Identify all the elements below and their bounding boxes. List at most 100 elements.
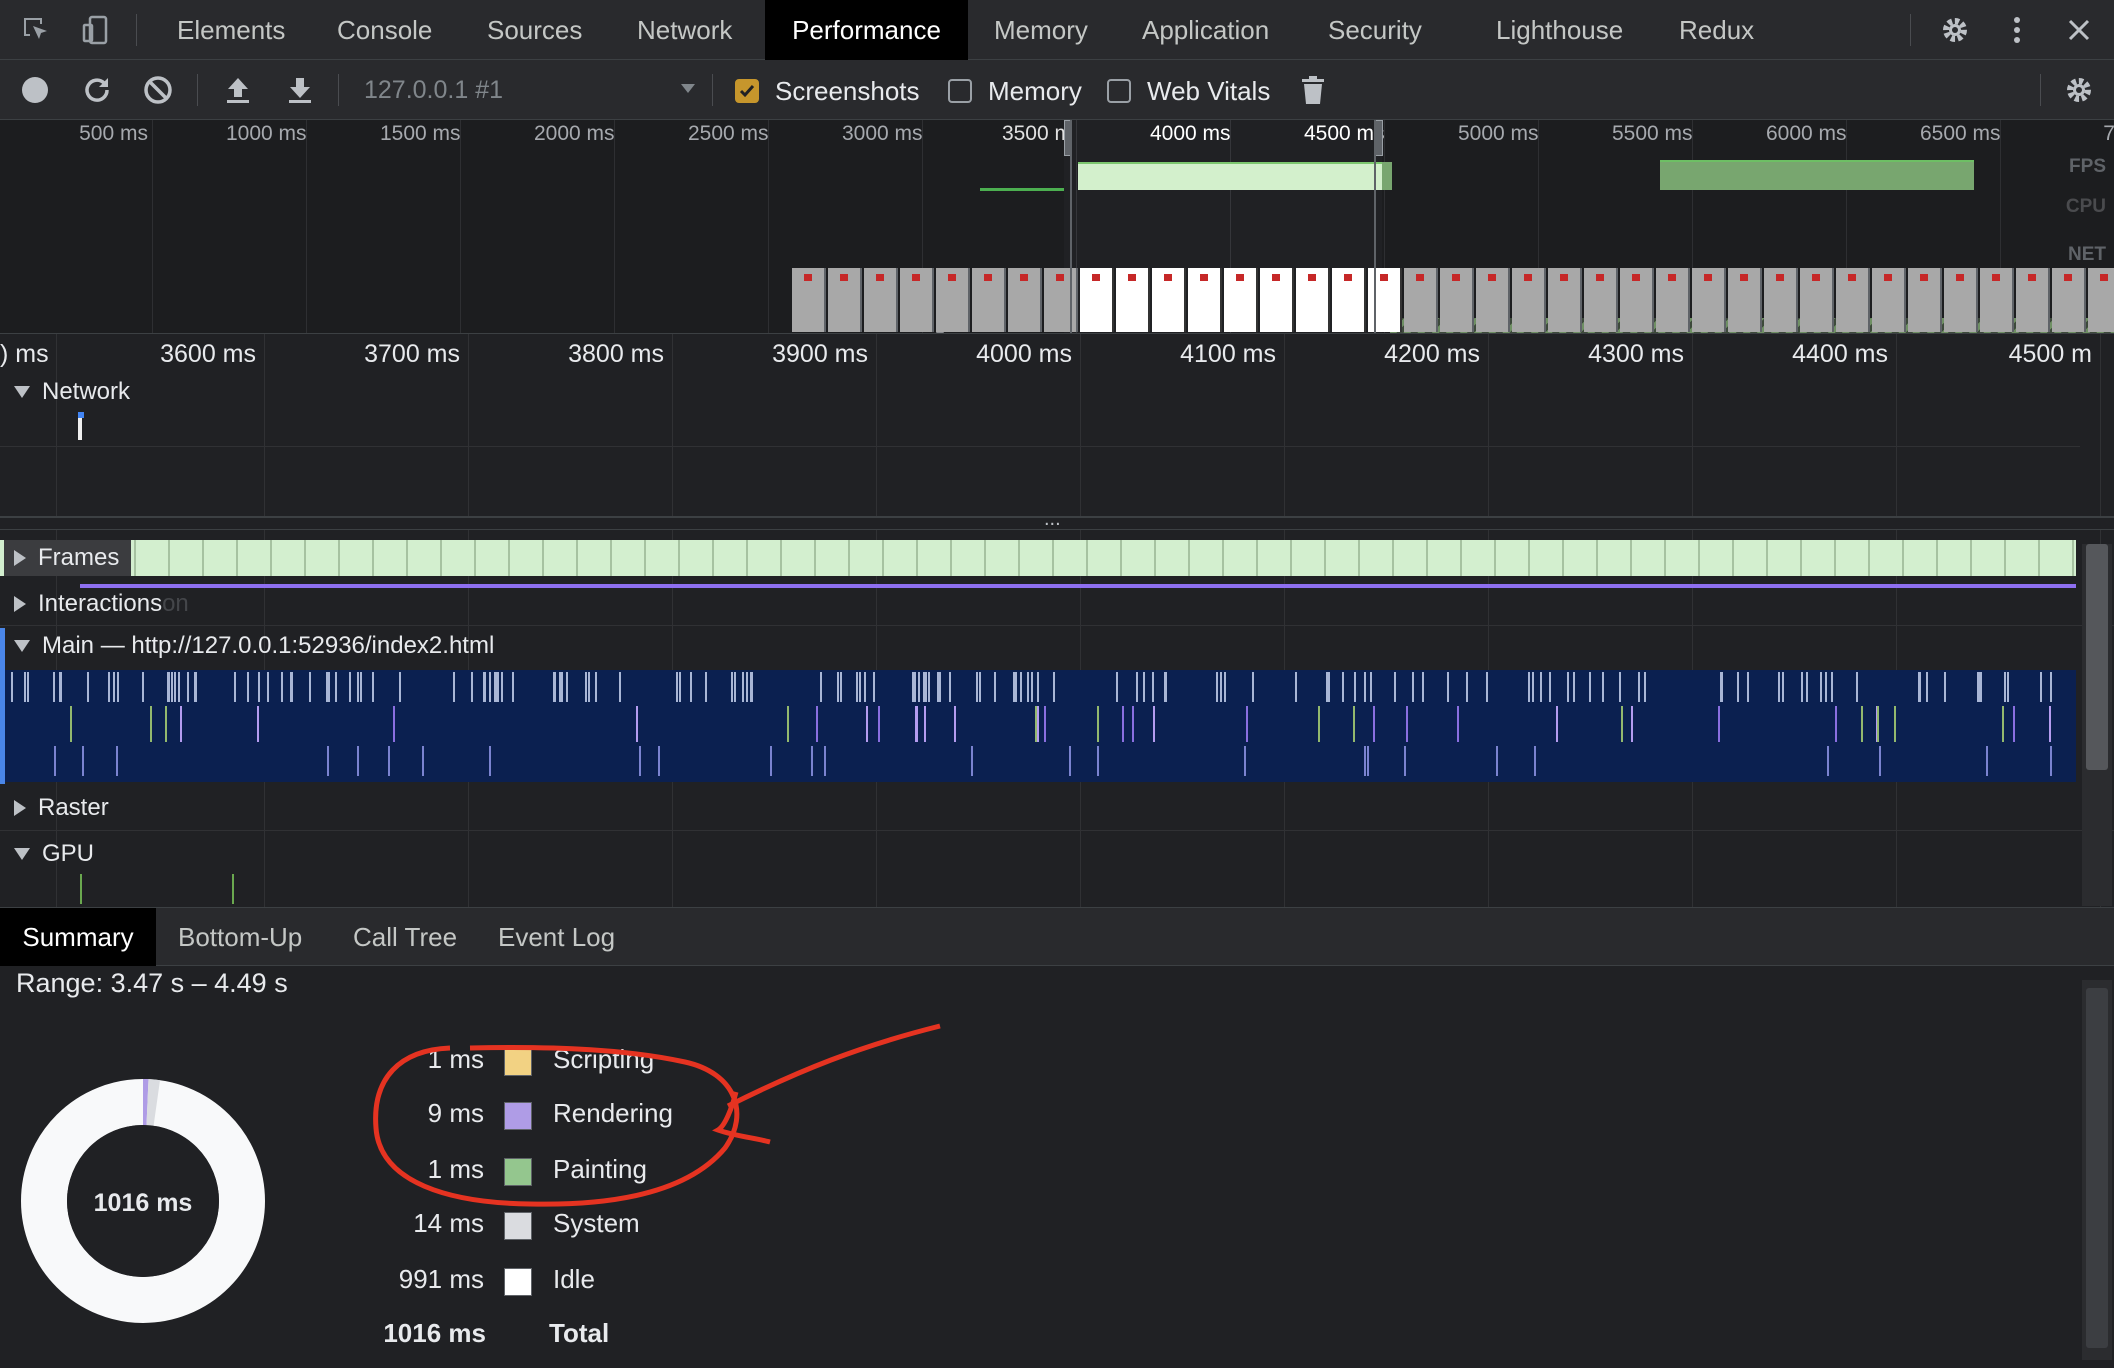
subtask-marker[interactable] xyxy=(2013,706,2015,742)
tab-network[interactable]: Network xyxy=(617,0,752,60)
task-marker[interactable] xyxy=(976,672,978,702)
subtask-marker[interactable] xyxy=(1406,706,1408,742)
task-marker[interactable] xyxy=(1116,672,1118,702)
subtask-marker[interactable] xyxy=(1037,706,1039,742)
screenshot-thumbnail[interactable] xyxy=(1944,268,1978,332)
subtask-marker[interactable] xyxy=(1986,746,1988,776)
task-marker[interactable] xyxy=(939,672,941,702)
task-marker[interactable] xyxy=(864,672,866,702)
task-marker[interactable] xyxy=(1778,672,1780,702)
subtask-marker[interactable] xyxy=(1631,706,1633,742)
subtask-marker[interactable] xyxy=(1861,706,1863,742)
task-marker[interactable] xyxy=(87,672,89,702)
task-marker[interactable] xyxy=(291,672,293,702)
task-marker[interactable] xyxy=(1944,672,1946,702)
device-toolbar-icon[interactable] xyxy=(76,10,116,50)
task-marker[interactable] xyxy=(619,672,621,702)
task-marker[interactable] xyxy=(113,672,115,702)
task-marker[interactable] xyxy=(247,672,249,702)
task-marker[interactable] xyxy=(566,672,568,702)
subtask-marker[interactable] xyxy=(1373,706,1375,742)
screenshot-thumbnail[interactable] xyxy=(1440,268,1474,332)
subtask-marker[interactable] xyxy=(636,706,638,742)
task-marker[interactable] xyxy=(1747,672,1749,702)
task-marker[interactable] xyxy=(484,672,486,702)
subtask-marker[interactable] xyxy=(1044,706,1046,742)
tab-security[interactable]: Security xyxy=(1308,0,1442,60)
task-marker[interactable] xyxy=(994,672,996,702)
screenshot-thumbnail[interactable] xyxy=(2088,268,2114,332)
task-marker[interactable] xyxy=(1856,672,1858,702)
track-interactions[interactable]: Interactions on xyxy=(0,586,189,622)
task-marker[interactable] xyxy=(676,672,678,702)
subtask-marker[interactable] xyxy=(1097,706,1099,742)
subtask-marker[interactable] xyxy=(1404,746,1406,776)
tab-elements[interactable]: Elements xyxy=(158,0,304,60)
settings-gear-icon[interactable] xyxy=(1935,10,1975,50)
task-marker[interactable] xyxy=(918,672,920,702)
subtask-marker[interactable] xyxy=(1894,706,1896,742)
subtask-marker[interactable] xyxy=(1122,706,1124,742)
subtask-marker[interactable] xyxy=(787,706,789,742)
task-marker[interactable] xyxy=(1977,672,1979,702)
task-marker[interactable] xyxy=(1224,672,1226,702)
task-marker[interactable] xyxy=(1252,672,1254,702)
subtask-marker[interactable] xyxy=(2049,706,2051,742)
task-marker[interactable] xyxy=(142,672,144,702)
task-marker[interactable] xyxy=(1447,672,1449,702)
task-marker[interactable] xyxy=(1619,672,1621,702)
subtask-marker[interactable] xyxy=(866,706,868,742)
task-marker[interactable] xyxy=(1486,672,1488,702)
track-gpu[interactable]: GPU xyxy=(0,836,94,872)
task-marker[interactable] xyxy=(1354,672,1356,702)
subtask-marker[interactable] xyxy=(878,706,880,742)
task-marker[interactable] xyxy=(1567,672,1569,702)
subtask-marker[interactable] xyxy=(770,746,772,776)
subtask-marker[interactable] xyxy=(924,706,926,742)
subtask-marker[interactable] xyxy=(824,746,826,776)
tab-memory[interactable]: Memory xyxy=(974,0,1108,60)
subtask-marker[interactable] xyxy=(1877,706,1879,742)
task-marker[interactable] xyxy=(914,672,916,702)
panel-splitter[interactable]: ... xyxy=(0,508,2114,530)
task-marker[interactable] xyxy=(1806,672,1808,702)
screenshot-thumbnail[interactable] xyxy=(1620,268,1654,332)
screenshot-thumbnail[interactable] xyxy=(1584,268,1618,332)
capture-settings-gear-icon[interactable] xyxy=(2059,70,2099,110)
track-frames[interactable]: Frames xyxy=(4,540,132,576)
screenshots-checkbox[interactable]: Screenshots xyxy=(735,76,920,106)
screenshot-thumbnail[interactable] xyxy=(1980,268,2014,332)
subtask-marker[interactable] xyxy=(257,706,259,742)
subtask-marker[interactable] xyxy=(116,746,118,776)
task-marker[interactable] xyxy=(859,672,861,702)
screenshot-thumbnail[interactable] xyxy=(936,268,970,332)
subtask-marker[interactable] xyxy=(165,706,167,742)
timeline-overview[interactable]: 500 ms 1000 ms 1500 ms 2000 ms 2500 ms 3000 m… xyxy=(0,120,2114,334)
task-marker[interactable] xyxy=(187,672,189,702)
task-marker[interactable] xyxy=(1164,672,1166,702)
task-marker[interactable] xyxy=(820,672,822,702)
task-marker[interactable] xyxy=(690,672,692,702)
record-button[interactable] xyxy=(15,70,55,110)
frames-strip[interactable] xyxy=(0,540,2076,576)
task-marker[interactable] xyxy=(856,672,858,702)
task-marker[interactable] xyxy=(489,672,491,702)
task-marker[interactable] xyxy=(24,672,26,702)
screenshot-thumbnail[interactable] xyxy=(900,268,934,332)
task-marker[interactable] xyxy=(1216,672,1218,702)
task-marker[interactable] xyxy=(1540,672,1542,702)
web-vitals-checkbox[interactable]: Web Vitals xyxy=(1107,76,1270,106)
task-marker[interactable] xyxy=(595,672,597,702)
subtask-marker[interactable] xyxy=(1246,706,1248,742)
subtask-marker[interactable] xyxy=(916,706,918,742)
task-marker[interactable] xyxy=(1220,672,1222,702)
task-marker[interactable] xyxy=(585,672,587,702)
subtask-marker[interactable] xyxy=(1069,746,1071,776)
summary-scrollbar[interactable] xyxy=(2082,980,2112,1360)
task-marker[interactable] xyxy=(1020,672,1022,702)
screenshot-thumbnail[interactable] xyxy=(1656,268,1690,332)
task-marker[interactable] xyxy=(1031,672,1033,702)
task-marker[interactable] xyxy=(453,672,455,702)
subtask-marker[interactable] xyxy=(357,746,359,776)
timeline-detail[interactable]: ) ms 3600 ms 3700 ms 3800 ms 3900 ms 4000 ms 4… xyxy=(0,334,2114,907)
